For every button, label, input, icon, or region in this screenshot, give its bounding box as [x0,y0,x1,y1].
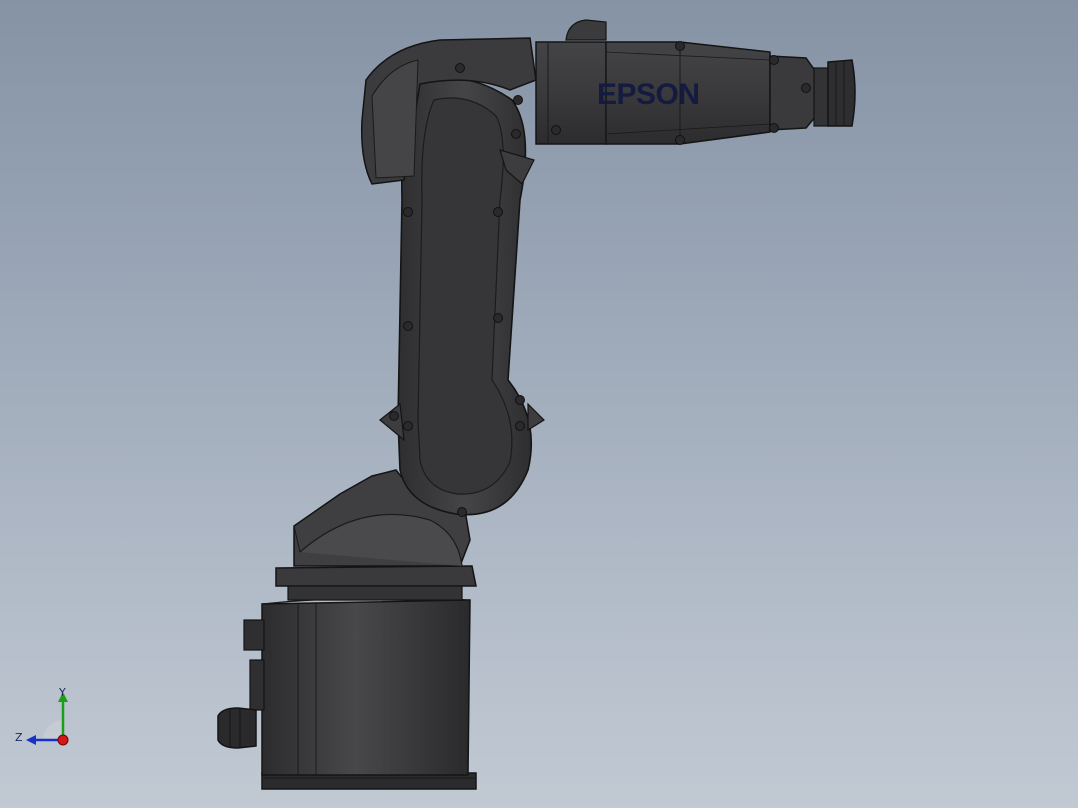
z-axis-label: Z [15,731,23,744]
wrist [769,55,856,131]
connector-panel [217,619,265,749]
robot-arm-model[interactable]: EPSON [0,0,1078,808]
brand-logo: EPSON [597,78,700,111]
orientation-triad[interactable]: Y Z [10,686,80,756]
base-flange [275,565,477,601]
graphics-viewport[interactable]: EPSON Y Z [0,0,1078,808]
y-axis-label: Y [59,686,66,699]
triad-axes-icon [26,692,69,746]
forearm: EPSON [535,19,771,145]
base-cylinder [261,597,471,776]
